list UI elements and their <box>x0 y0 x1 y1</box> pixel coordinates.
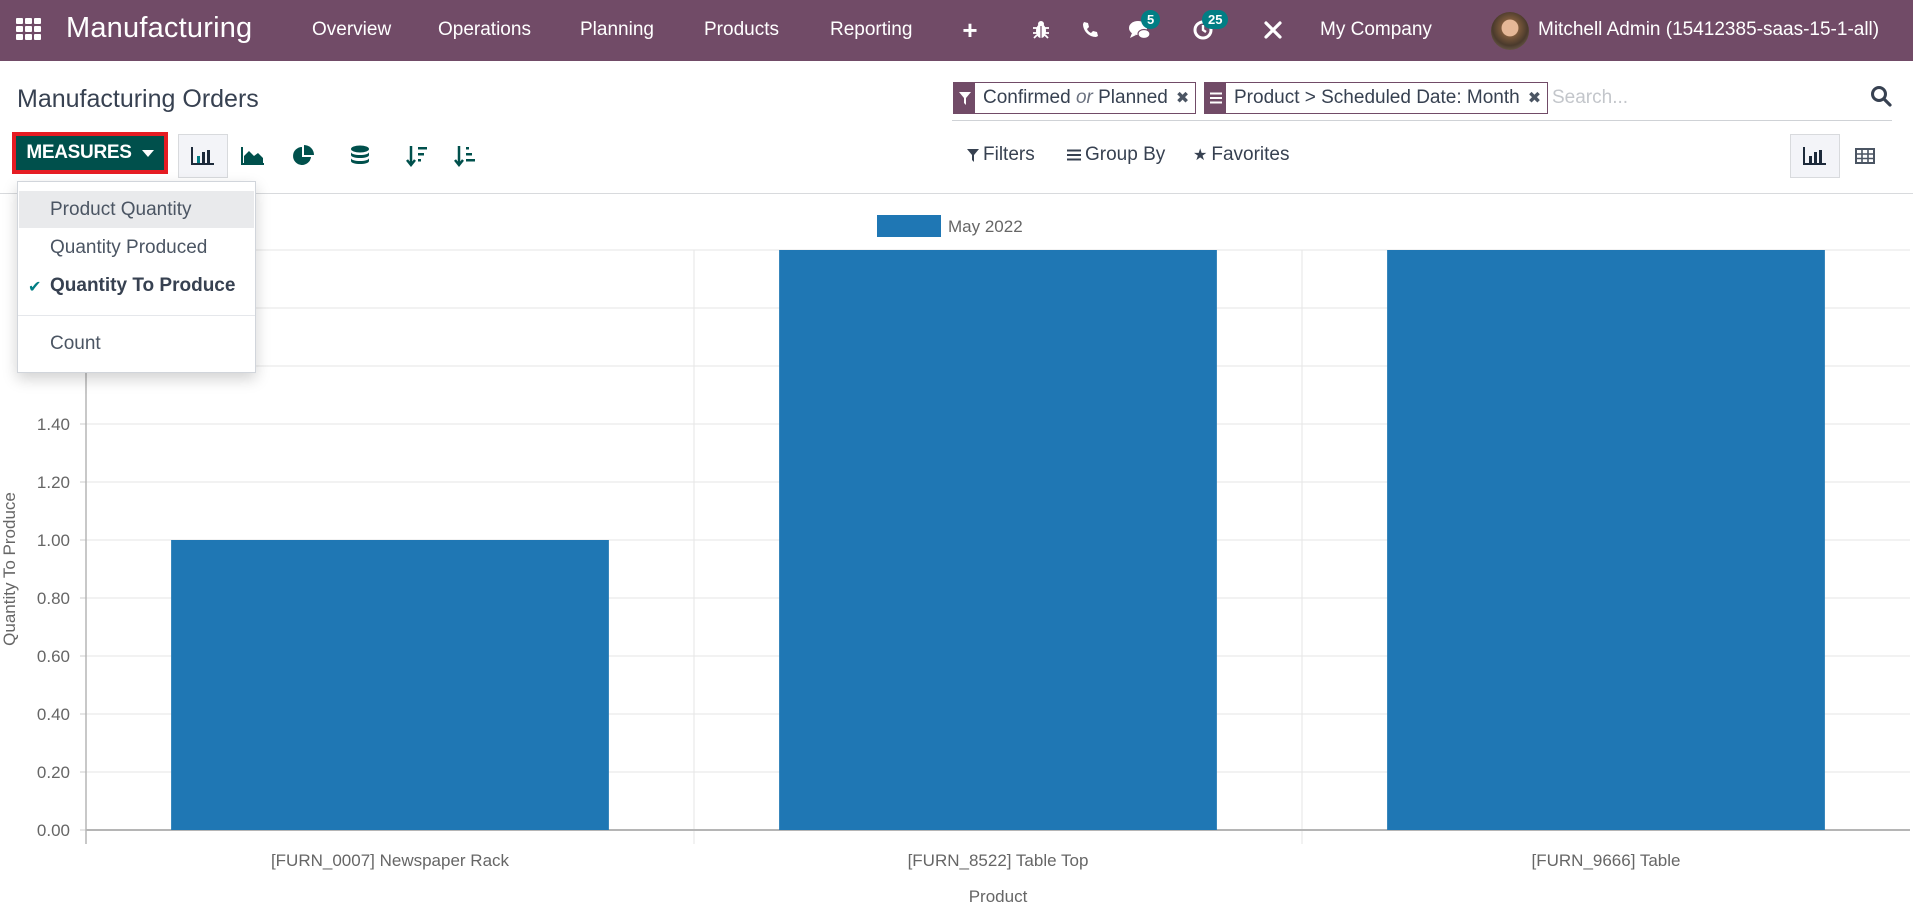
groupby-button[interactable]: Group By <box>1067 144 1165 166</box>
measures-dropdown: Product Quantity Quantity Produced ✔ Qua… <box>17 181 256 373</box>
page-title: Manufacturing Orders <box>17 85 259 113</box>
measure-count[interactable]: Count <box>19 325 254 362</box>
app-brand[interactable]: Manufacturing <box>66 12 252 45</box>
measure-label: Product Quantity <box>50 199 192 220</box>
stacked-button[interactable] <box>335 134 385 178</box>
database-stack-icon <box>351 145 369 164</box>
search-underline <box>952 120 1892 121</box>
favorites-label: Favorites <box>1211 144 1290 165</box>
sort-descending-icon <box>406 146 427 167</box>
filter-facet: Confirmed or Planned ✖ <box>953 82 1197 114</box>
graph-view: 0.000.200.400.600.801.001.201.401.601.80… <box>0 195 1913 907</box>
x-tick-label: [FURN_0007] Newspaper Rack <box>271 851 510 870</box>
menu-divider <box>18 315 255 316</box>
remove-facet-icon[interactable]: ✖ <box>1176 88 1195 108</box>
legend-swatch <box>877 215 941 237</box>
plus-icon[interactable]: + <box>957 15 983 45</box>
messages-icon[interactable]: 5 <box>1127 10 1161 43</box>
measures-button[interactable]: MEASURES <box>16 136 164 170</box>
bar-chart: 0.000.200.400.600.801.001.201.401.601.80… <box>0 200 1910 906</box>
menu-overview[interactable]: Overview <box>312 19 391 41</box>
filter-icon <box>954 83 975 113</box>
facet-separator: or <box>1075 87 1093 108</box>
bar-chart-icon <box>1803 147 1826 165</box>
filters-label: Filters <box>983 144 1035 165</box>
menu-reporting[interactable]: Reporting <box>830 19 912 41</box>
facet-value: Confirmed <box>983 87 1071 108</box>
user-avatar[interactable] <box>1491 12 1529 50</box>
y-tick-label: 1.40 <box>37 415 70 434</box>
activities-badge: 25 <box>1202 10 1229 29</box>
bar <box>1387 250 1825 830</box>
y-axis-title: Quantity To Produce <box>0 492 19 646</box>
control-panel: Manufacturing Orders Confirmed or Planne… <box>0 61 1913 194</box>
menu-planning[interactable]: Planning <box>580 19 654 41</box>
groupby-icon <box>1067 149 1081 161</box>
top-navbar: Manufacturing Overview Operations Planni… <box>0 0 1913 61</box>
facet-value: Planned <box>1098 87 1168 108</box>
legend-label: May 2022 <box>948 217 1023 236</box>
measure-label: Quantity To Produce <box>50 275 236 296</box>
y-tick-label: 0.40 <box>37 705 70 724</box>
sort-ascending-icon <box>454 146 475 167</box>
star-icon: ★ <box>1193 147 1208 164</box>
remove-facet-icon[interactable]: ✖ <box>1528 88 1547 108</box>
groupby-facet-label: Product > Scheduled Date: Month <box>1234 87 1520 108</box>
y-tick-label: 0.60 <box>37 647 70 666</box>
bar <box>779 250 1217 830</box>
menu-products[interactable]: Products <box>704 19 779 41</box>
bar-chart-icon <box>191 147 214 165</box>
groupby-label: Group By <box>1085 144 1166 165</box>
line-chart-button[interactable] <box>228 134 278 178</box>
filter-facet-label: Confirmed or Planned <box>975 87 1176 109</box>
activity-clock-icon[interactable]: 25 <box>1190 10 1229 43</box>
groupby-facet: Product > Scheduled Date: Month ✖ <box>1204 82 1549 114</box>
phone-icon[interactable] <box>1077 17 1103 43</box>
area-chart-icon <box>241 147 264 165</box>
sort-ascending-button[interactable] <box>440 134 490 178</box>
x-tick-label: [FURN_8522] Table Top <box>908 851 1089 870</box>
bar <box>171 540 609 830</box>
user-menu[interactable]: Mitchell Admin (15412385-saas-15-1-all) <box>1538 19 1879 41</box>
filter-icon <box>967 148 979 162</box>
bar-chart-button[interactable] <box>178 134 228 178</box>
company-switcher[interactable]: My Company <box>1320 19 1432 41</box>
tools-icon[interactable] <box>1260 17 1286 43</box>
x-tick-label: [FURN_9666] Table <box>1532 851 1681 870</box>
caret-down-icon <box>141 149 154 157</box>
groupby-icon <box>1205 83 1226 113</box>
measures-label: MEASURES <box>26 142 132 163</box>
search-input[interactable] <box>1552 83 1852 113</box>
graph-view-button[interactable] <box>1790 134 1840 178</box>
bug-icon[interactable] <box>1028 17 1054 43</box>
pie-chart-button[interactable] <box>278 134 328 178</box>
x-axis-title: Product <box>969 887 1028 906</box>
measure-label: Quantity Produced <box>50 237 208 258</box>
y-tick-label: 1.20 <box>37 473 70 492</box>
measure-quantity-to-produce[interactable]: ✔ Quantity To Produce <box>19 267 254 304</box>
checkmark-icon: ✔ <box>28 279 42 296</box>
y-tick-label: 0.20 <box>37 763 70 782</box>
measure-quantity-produced[interactable]: Quantity Produced <box>19 229 254 266</box>
measure-label: Count <box>50 333 101 354</box>
search-icon[interactable] <box>1870 85 1892 107</box>
y-tick-label: 0.00 <box>37 821 70 840</box>
y-tick-label: 1.00 <box>37 531 70 550</box>
app-menu-icon[interactable] <box>16 18 42 40</box>
filters-button[interactable]: Filters <box>967 144 1035 166</box>
favorites-button[interactable]: ★ Favorites <box>1193 144 1289 166</box>
measure-product-quantity[interactable]: Product Quantity <box>19 191 254 228</box>
messages-badge: 5 <box>1141 10 1161 29</box>
pivot-view-button[interactable] <box>1840 134 1890 178</box>
menu-operations[interactable]: Operations <box>438 19 531 41</box>
table-grid-icon <box>1855 148 1875 164</box>
y-tick-label: 0.80 <box>37 589 70 608</box>
pie-chart-icon <box>293 145 314 165</box>
sort-descending-button[interactable] <box>392 134 442 178</box>
